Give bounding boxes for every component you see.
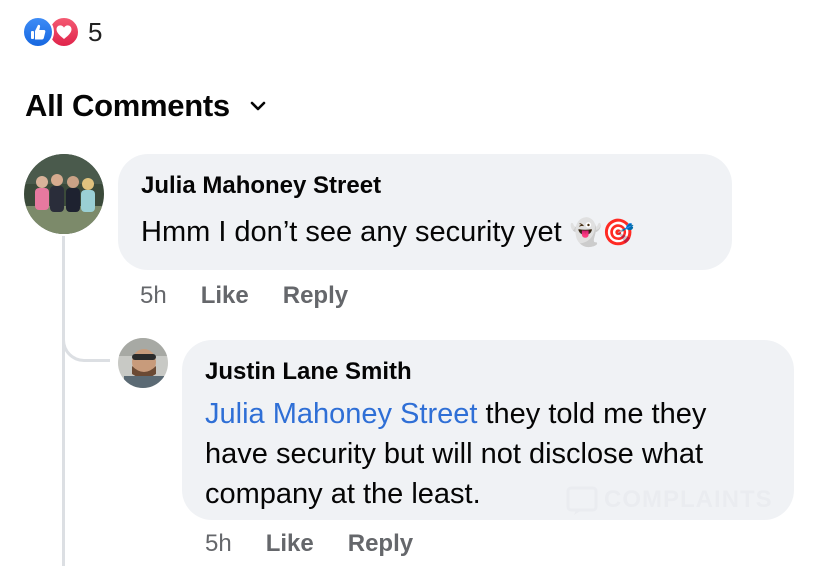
comment-body: Hmm I don’t see any security yet [141,216,562,248]
avatar-justin[interactable] [118,338,168,388]
reply-connector [62,300,110,362]
like-button[interactable]: Like [266,530,314,558]
like-button[interactable]: Like [201,282,249,310]
reactions-summary[interactable]: 5 [22,14,102,50]
chevron-down-icon [250,100,266,112]
avatar-julia[interactable] [24,154,104,234]
reply-button[interactable]: Reply [283,282,348,310]
comment-author[interactable]: Julia Mahoney Street [141,172,732,200]
comment-text: Hmm I don’t see any security yet 👻🎯 [141,212,732,252]
thread-line [62,236,65,566]
watermark: COMPLAINTS [566,484,773,516]
reply-author[interactable]: Justin Lane Smith [205,358,774,386]
comment-bubble: Julia Mahoney Street Hmm I don’t see any… [118,154,732,270]
comment-actions: 5h Like Reply [140,282,348,310]
reaction-count: 5 [88,16,103,47]
watermark-text: COMPLAINTS [604,486,773,513]
watermark-logo-icon [566,486,598,515]
reply-button[interactable]: Reply [348,530,413,558]
reply-timestamp[interactable]: 5h [205,530,232,558]
emoji-ghost-target: 👻🎯 [569,217,635,247]
reply-actions: 5h Like Reply [205,530,413,558]
mention-link[interactable]: Julia Mahoney Street [205,398,477,430]
all-comments-label: All Comments [25,88,230,123]
like-reaction-icon [22,16,54,48]
all-comments-filter[interactable]: All Comments [25,88,266,124]
comment-timestamp[interactable]: 5h [140,282,167,310]
